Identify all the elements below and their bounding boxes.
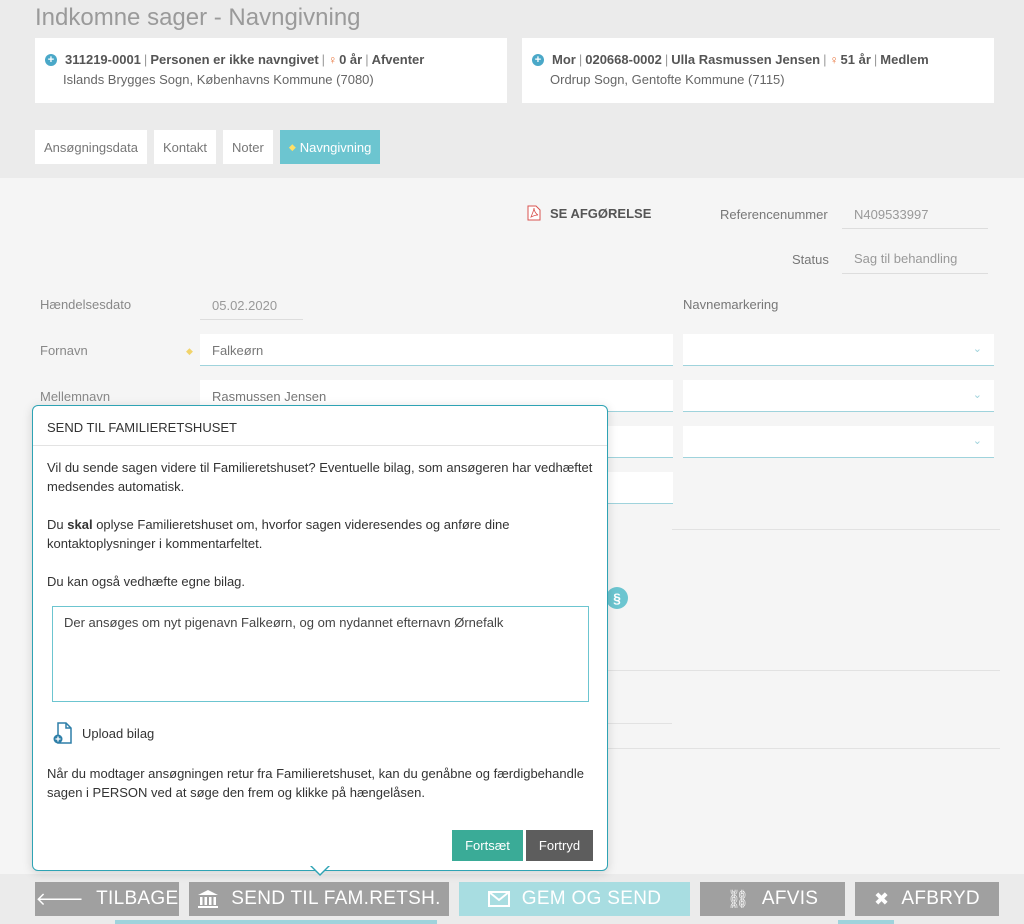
navnemarkering-select-1[interactable]: ⌄	[683, 334, 994, 366]
tab-kontakt[interactable]: Kontakt	[153, 130, 217, 164]
expand-plus-icon[interactable]: +	[532, 53, 544, 66]
reference-value: N409533997	[842, 197, 988, 229]
dialog-pointer-inner	[312, 866, 328, 874]
reference-label: Referencenummer	[720, 207, 828, 222]
person-prefix: Mor	[552, 52, 576, 67]
continue-button[interactable]: Fortsæt	[452, 830, 523, 861]
institution-icon	[198, 890, 219, 908]
upload-bilag-label: Upload bilag	[82, 725, 155, 741]
fornavn-label: Fornavn	[40, 343, 88, 358]
person-id: 020668-0002	[585, 52, 662, 67]
divider	[608, 670, 1000, 671]
abort-button[interactable]: ✖ AFBRYD	[855, 882, 999, 916]
person-parish: Ordrup Sogn, Gentofte Kommune (7115)	[550, 72, 785, 87]
divider	[608, 748, 1000, 749]
person-age: 0 år	[339, 52, 363, 67]
envelope-icon	[487, 891, 510, 907]
cancel-button[interactable]: Fortryd	[526, 830, 593, 861]
person-icon: ♀	[328, 52, 338, 67]
comment-textarea[interactable]: Der ansøges om nyt pigenavn Falkeørn, og…	[52, 606, 589, 702]
footer-stripe	[115, 920, 437, 924]
status-label: Status	[792, 252, 829, 267]
person-name: Personen er ikke navngivet	[150, 52, 319, 67]
dialog-title: SEND TIL FAMILIERETSHUSET	[33, 406, 607, 446]
chevron-down-icon: ⌄	[972, 435, 982, 447]
active-diamond-icon: ◆	[288, 141, 296, 152]
pdf-icon	[527, 205, 541, 221]
para2-post: oplyse Familieretshuset om, hvorfor sage…	[47, 517, 510, 551]
person-card-child[interactable]: + 311219-0001 | Personen er ikke navngiv…	[35, 38, 507, 103]
footer-stripe	[838, 920, 894, 924]
send-fam-retsh-label: SEND TIL FAM.RETSH.	[231, 888, 441, 909]
dialog-note: Når du modtager ansøgningen retur fra Fa…	[47, 766, 584, 800]
page-header: Indkomne sager - Navngivning + 311219-00…	[0, 0, 1024, 178]
expand-plus-icon[interactable]: +	[45, 53, 57, 66]
dialog-paragraph-3: Du kan også vedhæfte egne bilag.	[47, 574, 246, 589]
chevron-down-icon: ⌄	[972, 343, 982, 355]
tab-bar: Ansøgningsdata Kontakt Noter ◆ Navngivni…	[35, 130, 381, 164]
close-icon: ✖	[874, 888, 890, 909]
person-status: Medlem	[880, 52, 929, 67]
person-id: 311219-0001	[65, 52, 141, 67]
se-afgoerelse-link[interactable]: SE AFGØRELSE	[527, 205, 651, 221]
chevron-down-icon: ⌄	[972, 389, 982, 401]
person-card-mother[interactable]: + Mor | 020668-0002 | Ulla Rasmussen Jen…	[522, 38, 994, 103]
person-name: Ulla Rasmussen Jensen	[671, 52, 821, 67]
divider	[608, 723, 672, 724]
arrow-left-icon: 🡐	[35, 888, 85, 909]
paragraph-icon[interactable]: §	[606, 587, 628, 609]
event-date-value: 05.02.2020	[200, 288, 303, 320]
reject-button[interactable]: ⛓ AFVIS	[700, 882, 845, 916]
dialog-paragraph-1: Vil du sende sagen videre til Familieret…	[47, 460, 593, 494]
save-and-send-button[interactable]: GEM OG SEND	[459, 882, 690, 916]
para2-bold: skal	[67, 517, 93, 532]
dialog-body: Vil du sende sagen videre til Familieret…	[33, 446, 607, 591]
required-diamond-icon: ◆	[186, 346, 193, 356]
navnemarkering-select-2[interactable]: ⌄	[683, 380, 994, 412]
broken-link-icon: ⛓	[726, 888, 750, 909]
person-status: Afventer	[371, 52, 425, 67]
dialog-paragraph-2: Du skal oplyse Familieretshuset om, hvor…	[47, 515, 593, 553]
navnemarkering-label: Navnemarkering	[683, 297, 779, 312]
event-date-label: Hændelsesdato	[40, 297, 132, 312]
reject-label: AFVIS	[761, 888, 819, 909]
status-value: Sag til behandling	[842, 240, 988, 274]
para2-pre: Du	[47, 517, 64, 532]
fornavn-input[interactable]: Falkeørn	[200, 334, 673, 366]
back-button[interactable]: 🡐 TILBAGE	[35, 882, 179, 916]
tab-navngivning[interactable]: ◆ Navngivning	[279, 130, 381, 164]
file-add-icon	[53, 722, 72, 744]
abort-label: AFBRYD	[901, 888, 980, 909]
footer-bar: 🡐 TILBAGE SEND TIL FAM.RETSH. GEM OG SEN…	[0, 874, 1024, 924]
back-button-label: TILBAGE	[96, 888, 179, 909]
tab-noter[interactable]: Noter	[223, 130, 273, 164]
page-title: Indkomne sager - Navngivning	[35, 4, 361, 31]
send-fam-retsh-button[interactable]: SEND TIL FAM.RETSH.	[189, 882, 449, 916]
person-parish: Islands Brygges Sogn, Københavns Kommune…	[63, 72, 374, 87]
person-age: 51 år	[840, 52, 871, 67]
tab-ansoegningsdata[interactable]: Ansøgningsdata	[35, 130, 147, 164]
se-afgoerelse-label: SE AFGØRELSE	[550, 205, 652, 221]
upload-bilag-button[interactable]: Upload bilag	[53, 722, 154, 744]
mellemnavn-label: Mellemnavn	[40, 389, 111, 404]
save-and-send-label: GEM OG SEND	[521, 888, 662, 909]
tab-navngivning-label: Navngivning	[299, 139, 372, 155]
navnemarkering-select-3[interactable]: ⌄	[683, 426, 994, 458]
send-to-familieretshuset-dialog: SEND TIL FAMILIERETSHUSET Vil du sende s…	[32, 405, 608, 871]
divider	[672, 529, 1000, 530]
person-icon: ♀	[829, 52, 839, 67]
